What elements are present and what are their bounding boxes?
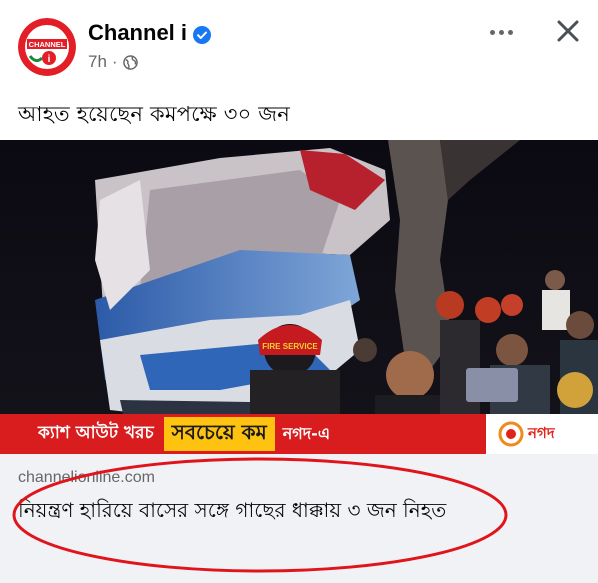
meta-separator: · (111, 52, 118, 71)
more-options-icon[interactable] (486, 22, 516, 42)
post-text: আহত হয়েছেন কমপক্ষে ৩০ জন (18, 102, 291, 126)
nagad-logo-icon (498, 421, 524, 447)
post-timestamp[interactable]: 7h (88, 52, 107, 72)
page-avatar[interactable]: CHANNEL i (18, 18, 76, 76)
page-name-row: Channel i (88, 20, 212, 46)
link-preview[interactable]: channelionline.com নিয়ন্ত্রণ হারিয়ে বা… (0, 454, 598, 583)
close-icon[interactable] (553, 16, 583, 46)
link-domain: channelionline.com (18, 469, 155, 486)
nagad-logo: নগদ (486, 414, 598, 454)
globe-icon (122, 54, 138, 70)
post-meta: 7h · (88, 52, 138, 72)
avatar-label: CHANNEL (29, 40, 66, 49)
banner-right-text: নগদ-এ (282, 423, 330, 443)
avatar-number: i (48, 54, 51, 65)
nagad-logo-text: নগদ (528, 423, 555, 442)
page-name[interactable]: Channel i (88, 20, 187, 46)
verified-badge-icon (193, 24, 212, 44)
banner-left-text: ক্যাশ আউট খরচ (38, 423, 154, 443)
helmet-text: FIRE SERVICE (262, 342, 318, 351)
banner-highlight-text: সবচেয়ে কম (163, 417, 275, 451)
ad-banner[interactable]: ক্যাশ আউট খরচ সবচেয়ে কম নগদ-এ নগদ (0, 414, 598, 454)
link-title[interactable]: নিয়ন্ত্রণ হারিয়ে বাসের সঙ্গে গাছের ধাক… (18, 496, 446, 529)
post-photo[interactable]: FIRE SERVICE (0, 140, 598, 454)
post-header: CHANNEL i Channel i 7h · (0, 0, 598, 90)
